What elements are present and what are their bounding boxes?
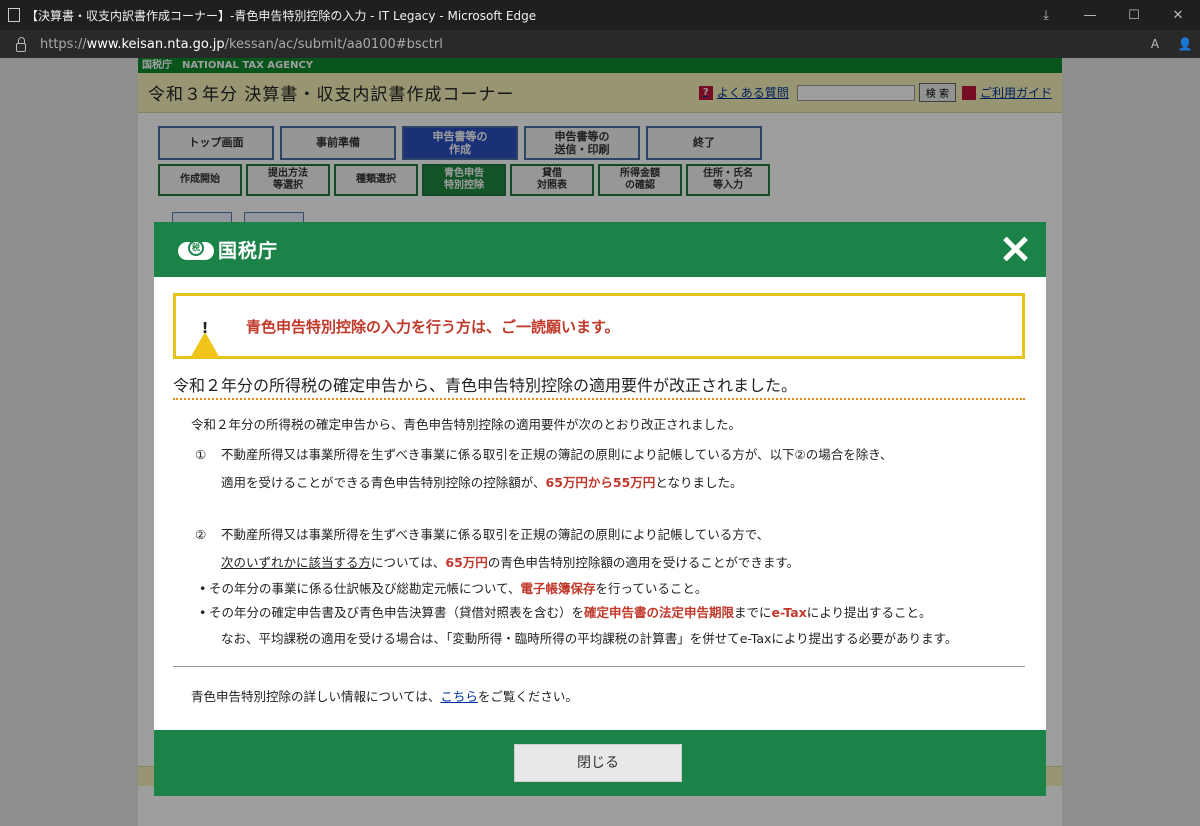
url-field[interactable]: https://www.keisan.nta.go.jp/kessan/ac/s… bbox=[40, 37, 1140, 52]
item2-line2: 次のいずれかに該当する方については、65万円の青色申告特別控除額の適用を受けるこ… bbox=[221, 555, 800, 570]
close-button[interactable]: 閉じる bbox=[514, 744, 682, 782]
close-window-button[interactable]: ✕ bbox=[1156, 0, 1200, 30]
logo-text: 国税庁 bbox=[218, 240, 279, 262]
item2-line1: ② 不動産所得又は事業所得を生ずべき事業に係る取引を正規の簿記の原則により記帳して… bbox=[195, 527, 770, 542]
url-host: www.keisan.nta.go.jp bbox=[86, 36, 225, 52]
read-aloud-icon[interactable]: A bbox=[1140, 37, 1170, 51]
profile-icon[interactable]: 👤 bbox=[1170, 37, 1200, 51]
close-icon[interactable] bbox=[1000, 234, 1030, 264]
more-info-link[interactable]: こちら bbox=[440, 689, 478, 704]
url-scheme: https:// bbox=[40, 36, 87, 52]
divider bbox=[173, 666, 1025, 667]
notice-modal: 税 国税庁 ! 青色申告特別控除の入力を行う方は、ご一読願います。 令和２年分の… bbox=[154, 222, 1046, 796]
document-icon bbox=[8, 8, 20, 22]
window-title: 【決算書・収支内訳書作成コーナー】-青色申告特別控除の入力 - IT Legac… bbox=[26, 8, 537, 23]
modal-footer: 閉じる bbox=[154, 730, 1046, 796]
nta-logo-icon: 税 bbox=[178, 238, 214, 262]
more-info-text: 青色申告特別控除の詳しい情報については、こちらをご覧ください。 bbox=[191, 689, 578, 704]
item1-line1: ① 不動産所得又は事業所得を生ずべき事業に係る取引を正規の簿記の原則により記帳して… bbox=[195, 447, 893, 462]
bullet-item-2: • その年分の確定申告書及び青色申告決算書（貸借対照表を含む）を確定申告書の法定申… bbox=[199, 605, 932, 620]
modal-header: 税 国税庁 bbox=[154, 222, 1046, 277]
note-text: なお、平均課税の適用を受ける場合は、「変動所得・臨時所得の平均課税の計算書」を併… bbox=[221, 631, 958, 646]
warning-box: ! 青色申告特別控除の入力を行う方は、ご一読願います。 bbox=[173, 293, 1025, 359]
download-icon[interactable]: ⤓ bbox=[1024, 0, 1068, 30]
url-path: /kessan/ac/submit/aa0100#bsctrl bbox=[224, 36, 443, 52]
warning-icon: ! bbox=[190, 313, 220, 358]
notice-heading: 令和２年分の所得税の確定申告から、青色申告特別控除の適用要件が改正されました。 bbox=[173, 372, 1025, 400]
bullet-item-1: • その年分の事業に係る仕訳帳及び総勘定元帳について、電子帳簿保存を行っていること… bbox=[199, 581, 708, 596]
lock-icon[interactable] bbox=[16, 36, 26, 52]
address-bar[interactable]: https://www.keisan.nta.go.jp/kessan/ac/s… bbox=[0, 30, 1200, 58]
warning-text: 青色申告特別控除の入力を行う方は、ご一読願います。 bbox=[246, 317, 620, 336]
window-titlebar: 【決算書・収支内訳書作成コーナー】-青色申告特別控除の入力 - IT Legac… bbox=[0, 0, 1200, 30]
maximize-button[interactable]: ☐ bbox=[1112, 0, 1156, 30]
item1-line2: 適用を受けることができる青色申告特別控除の控除額が、65万円から55万円となりま… bbox=[221, 475, 743, 490]
minimize-button[interactable]: — bbox=[1068, 0, 1112, 30]
intro-text: 令和２年分の所得税の確定申告から、青色申告特別控除の適用要件が次のとおり改正され… bbox=[191, 417, 742, 432]
